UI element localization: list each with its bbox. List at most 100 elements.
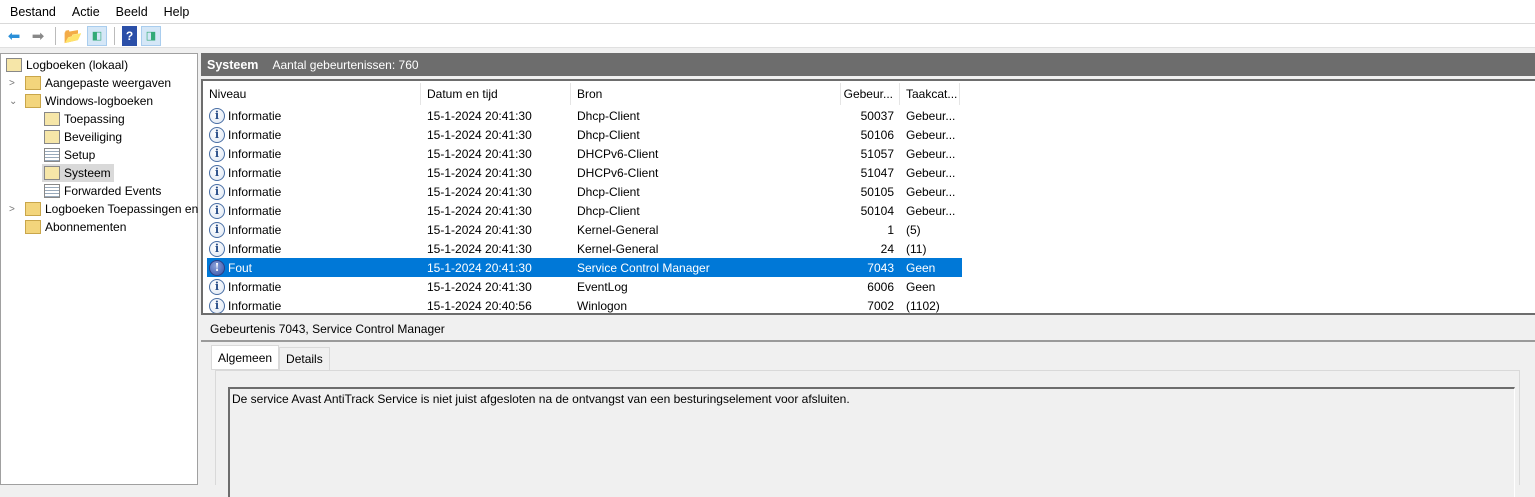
task-category-cell: Geen [906, 260, 936, 275]
menu-help[interactable]: Help [158, 5, 196, 19]
subscription-folder-icon [25, 220, 41, 234]
folder-filter-icon [25, 76, 41, 90]
level-cell: i Informatie [207, 107, 421, 124]
tree-label: Abonnementen [45, 220, 127, 234]
forward-arrow-icon[interactable]: ➡ [28, 26, 48, 46]
event-detail-title: Gebeurtenis 7043, Service Control Manage… [201, 317, 1535, 342]
event-id-cell: 1 [887, 222, 894, 237]
date-cell: 15-1-2024 20:41:30 [427, 146, 532, 161]
tree-label: Logboeken Toepassingen en [45, 202, 199, 216]
tree-item-custom-views[interactable]: > Aangepaste weergaven [9, 74, 171, 92]
chevron-right-icon[interactable]: > [9, 78, 15, 89]
level-cell: i Informatie [207, 221, 421, 238]
column-header-datum[interactable]: Datum en tijd [421, 83, 571, 105]
show-hide-action-pane-icon[interactable]: ◨ [141, 25, 161, 46]
menu-bestand[interactable]: Bestand [4, 5, 62, 19]
task-category-cell: Gebeur... [906, 203, 956, 218]
event-id-cell: 50037 [860, 108, 894, 123]
column-header-bron[interactable]: Bron [571, 83, 841, 105]
table-row[interactable]: i Informatie 15-1-2024 20:41:30 EventLog … [207, 277, 962, 296]
source-cell: Dhcp-Client [577, 127, 640, 142]
table-row[interactable]: i Informatie 15-1-2024 20:41:30 DHCPv6-Cl… [207, 144, 962, 163]
error-icon: ! [209, 259, 225, 276]
level-text: Informatie [228, 127, 282, 142]
open-folder-icon[interactable]: 📂 [63, 26, 83, 46]
tab-details[interactable]: Details [279, 347, 330, 371]
table-row[interactable]: i Informatie 15-1-2024 20:41:30 Dhcp-Clie… [207, 106, 962, 125]
tree-label: Toepassing [64, 112, 125, 126]
chevron-down-icon[interactable]: ⌄ [9, 96, 17, 107]
log-warning-icon [44, 112, 60, 126]
table-row[interactable]: i Informatie 15-1-2024 20:41:30 Dhcp-Clie… [207, 125, 962, 144]
task-category-cell: (11) [906, 241, 927, 256]
task-category-cell: Gebeur... [906, 127, 956, 142]
date-cell: 15-1-2024 20:41:30 [427, 260, 532, 275]
event-message[interactable]: De service Avast AntiTrack Service is ni… [228, 387, 1515, 497]
tree-item-root[interactable]: Logboeken (lokaal) [6, 56, 128, 74]
event-id-cell: 6006 [867, 279, 894, 294]
event-viewer-icon [6, 58, 22, 72]
level-cell: i Informatie [207, 297, 421, 313]
table-row[interactable]: ! Fout 15-1-2024 20:41:30 Service Control… [207, 258, 962, 277]
level-cell: i Informatie [207, 202, 421, 219]
tree-label: Forwarded Events [64, 184, 162, 198]
info-icon: i [209, 183, 225, 200]
source-cell: Dhcp-Client [577, 108, 640, 123]
column-header-taakcategorie[interactable]: Taakcat... [900, 83, 960, 105]
log-icon [44, 184, 60, 198]
tree-item-toepassing[interactable]: Toepassing [44, 110, 125, 128]
source-cell: DHCPv6-Client [577, 146, 659, 161]
show-hide-tree-icon[interactable]: ◧ [87, 25, 107, 46]
column-header-gebeurtenis-id[interactable]: Gebeur... [841, 83, 900, 105]
level-cell: ! Fout [207, 259, 421, 276]
date-cell: 15-1-2024 20:41:30 [427, 279, 532, 294]
folder-icon [25, 202, 41, 216]
back-arrow-icon[interactable]: ⬅ [4, 26, 24, 46]
menu-actie[interactable]: Actie [66, 5, 106, 19]
event-count: Aantal gebeurtenissen: 760 [272, 57, 419, 72]
log-header: Systeem Aantal gebeurtenissen: 760 [201, 53, 1535, 76]
date-cell: 15-1-2024 20:40:56 [427, 298, 532, 313]
table-row[interactable]: i Informatie 15-1-2024 20:40:56 Winlogon … [207, 296, 962, 313]
tab-algemeen[interactable]: Algemeen [211, 345, 280, 370]
table-row[interactable]: i Informatie 15-1-2024 20:41:30 Dhcp-Clie… [207, 182, 962, 201]
event-id-cell: 51057 [860, 146, 894, 161]
menu-beeld[interactable]: Beeld [110, 5, 154, 19]
table-row[interactable]: i Informatie 15-1-2024 20:41:30 Kernel-Ge… [207, 239, 962, 258]
level-text: Informatie [228, 241, 282, 256]
table-row[interactable]: i Informatie 15-1-2024 20:41:30 Dhcp-Clie… [207, 201, 962, 220]
date-cell: 15-1-2024 20:41:30 [427, 184, 532, 199]
info-icon: i [209, 240, 225, 257]
tree-label: Beveiliging [64, 130, 123, 144]
log-icon [44, 148, 60, 162]
table-row[interactable]: i Informatie 15-1-2024 20:41:30 DHCPv6-Cl… [207, 163, 962, 182]
tree-item-setup[interactable]: Setup [44, 146, 95, 164]
event-id-cell: 50105 [860, 184, 894, 199]
log-title: Systeem [207, 57, 259, 72]
info-icon: i [209, 278, 225, 295]
table-row[interactable]: i Informatie 15-1-2024 20:41:30 Kernel-Ge… [207, 220, 962, 239]
task-category-cell: (1102) [906, 298, 940, 313]
folder-icon [25, 94, 41, 108]
info-icon: i [209, 202, 225, 219]
event-id-cell: 51047 [860, 165, 894, 180]
tree-item-app-logs[interactable]: > Logboeken Toepassingen en [9, 200, 199, 218]
log-warning-icon [44, 130, 60, 144]
tree-item-systeem[interactable]: Systeem [42, 164, 114, 182]
tree-item-windows-logs[interactable]: ⌄ Windows-logboeken [9, 92, 154, 110]
tree-item-subscriptions[interactable]: Abonnementen [25, 218, 126, 236]
tree-item-forwarded-events[interactable]: Forwarded Events [44, 182, 161, 200]
level-text: Informatie [228, 108, 282, 123]
event-list[interactable]: Niveau Datum en tijd Bron Gebeur... Taak… [201, 79, 1535, 315]
info-icon: i [209, 297, 225, 313]
tree-label: Windows-logboeken [45, 94, 154, 108]
help-icon[interactable]: ? [122, 25, 137, 46]
source-cell: Winlogon [577, 298, 628, 313]
tree-item-beveiliging[interactable]: Beveiliging [44, 128, 122, 146]
task-category-cell: Gebeur... [906, 146, 956, 161]
log-warning-icon [44, 166, 60, 180]
chevron-right-icon[interactable]: > [9, 204, 15, 215]
level-text: Informatie [228, 203, 282, 218]
source-cell: Kernel-General [577, 222, 659, 237]
column-header-niveau[interactable]: Niveau [207, 83, 421, 105]
